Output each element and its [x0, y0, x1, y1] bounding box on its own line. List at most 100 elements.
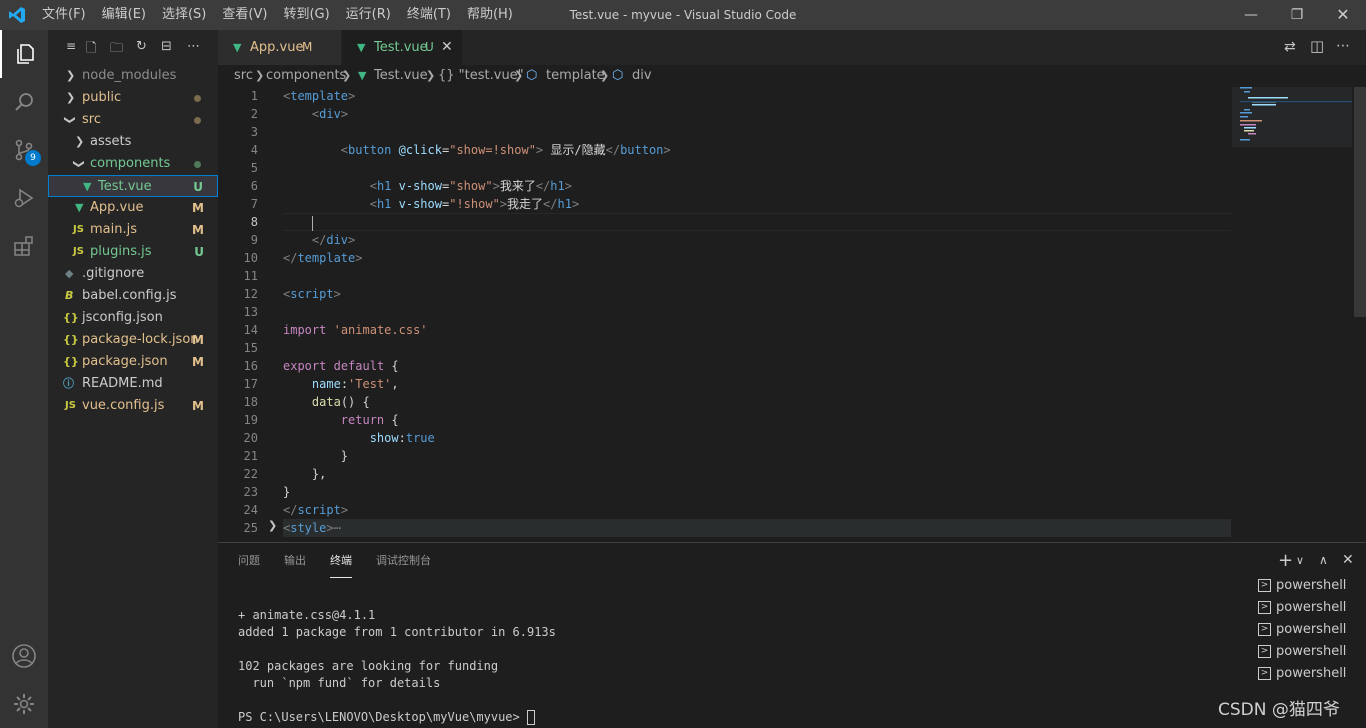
code-line[interactable]: </script>	[283, 501, 1231, 519]
manage-gear-icon[interactable]	[0, 680, 48, 728]
menu-terminal[interactable]: 终端(T)	[407, 0, 451, 30]
breadcrumb-components[interactable]: components	[266, 65, 346, 87]
tree-item-package-lock[interactable]: {} package-lock.json M	[48, 329, 218, 351]
code-line[interactable]: <template>	[283, 87, 1231, 105]
refresh-icon[interactable]: ↻	[136, 39, 147, 54]
new-folder-icon[interactable]: 🗀	[110, 39, 123, 61]
close-window-icon[interactable]: ✕	[1320, 0, 1366, 30]
breadcrumb-template[interactable]: template	[546, 65, 605, 87]
menu-help[interactable]: 帮助(H)	[467, 0, 513, 30]
tree-item-readme[interactable]: ⓘ README.md	[48, 373, 218, 395]
tree-item-assets[interactable]: ❯ assets	[48, 131, 218, 153]
terminal-session[interactable]: > powershell	[1248, 597, 1366, 619]
code-line[interactable]: <h1 v-show="!show">我走了</h1>	[283, 195, 1231, 213]
code-line[interactable]: <button @click="show=!show"> 显示/隐藏</butt…	[283, 141, 1231, 159]
tree-item-node-modules[interactable]: ❯ node_modules	[48, 65, 218, 87]
collapse-all-icon[interactable]: ⊟	[161, 39, 172, 54]
more-actions-icon[interactable]: ⋯	[187, 39, 200, 54]
tree-item-public[interactable]: ❯ public	[48, 87, 218, 109]
close-tab-icon[interactable]: ✕	[441, 30, 453, 65]
scrollbar-thumb[interactable]	[1354, 87, 1366, 317]
fold-chevron-icon[interactable]: ❯	[268, 519, 277, 532]
code-line[interactable]	[283, 303, 1231, 321]
menu-selection[interactable]: 选择(S)	[162, 0, 206, 30]
menu-view[interactable]: 查看(V)	[222, 0, 267, 30]
terminal-session[interactable]: > powershell	[1248, 619, 1366, 641]
code-line[interactable]: },	[283, 465, 1231, 483]
collapse-tree-icon[interactable]: ≡	[66, 39, 76, 53]
code-line[interactable]: import 'animate.css'	[283, 321, 1231, 339]
source-control-icon[interactable]: 9	[0, 126, 48, 174]
terminal-output[interactable]: + animate.css@4.1.1 added 1 package from…	[238, 607, 1218, 726]
restore-icon[interactable]: ❐	[1274, 0, 1320, 30]
breadcrumb-src[interactable]: src	[234, 65, 253, 87]
tab-problems[interactable]: 问题	[238, 543, 260, 578]
explorer-icon[interactable]	[0, 30, 48, 78]
code-line[interactable]	[283, 213, 1231, 231]
run-debug-icon[interactable]	[0, 174, 48, 222]
code-line[interactable]: <script>	[283, 285, 1231, 303]
tab-test-vue[interactable]: ▼ Test.vue U ✕	[342, 30, 462, 65]
close-panel-icon[interactable]: ✕	[1342, 543, 1354, 578]
code-line[interactable]: }	[283, 447, 1231, 465]
tab-output[interactable]: 输出	[284, 543, 306, 578]
tree-item-package-json[interactable]: {} package.json M	[48, 351, 218, 373]
new-file-icon[interactable]: 🗋	[86, 39, 96, 61]
open-changes-icon[interactable]: ⇄	[1284, 39, 1296, 55]
menu-go[interactable]: 转到(G)	[283, 0, 329, 30]
code-line[interactable]: <h1 v-show="show">我来了</h1>	[283, 177, 1231, 195]
code-line[interactable]: }	[283, 483, 1231, 501]
split-editor-icon[interactable]: ◫	[1310, 37, 1324, 55]
tree-item-app-vue[interactable]: ▼ App.vue M	[48, 197, 218, 219]
code-token: script	[290, 287, 334, 301]
menu-file[interactable]: 文件(F)	[42, 0, 86, 30]
minimap[interactable]	[1232, 87, 1352, 542]
more-actions-icon[interactable]: ⋯	[1336, 38, 1350, 54]
tree-item-jsconfig[interactable]: {} jsconfig.json	[48, 307, 218, 329]
terminal-session[interactable]: > powershell	[1248, 663, 1366, 685]
code-line[interactable]: export default {	[283, 357, 1231, 375]
code-editor[interactable]: <template> <div> <button @click="show=!s…	[283, 87, 1231, 537]
code-line[interactable]	[283, 159, 1231, 177]
tab-app-vue[interactable]: ▼ App.vue M	[218, 30, 341, 65]
tree-item-vue-config[interactable]: JS vue.config.js M	[48, 395, 218, 417]
tree-item-src[interactable]: ❯ src	[48, 109, 218, 131]
code-line[interactable]: </template>	[283, 249, 1231, 267]
code-line[interactable]	[283, 339, 1231, 357]
terminal-session[interactable]: > powershell	[1248, 575, 1366, 597]
account-icon[interactable]	[0, 632, 48, 680]
minimize-icon[interactable]: —	[1228, 0, 1274, 30]
terminal-prompt-line[interactable]: PS C:\Users\LENOVO\Desktop\myVue\myvue>	[238, 709, 1218, 726]
code-line[interactable]: </div>	[283, 231, 1231, 249]
code-line[interactable]	[283, 123, 1231, 141]
search-icon[interactable]	[0, 78, 48, 126]
code-line[interactable]: show:true	[283, 429, 1231, 447]
terminal-line: run `npm fund` for details	[238, 676, 441, 690]
terminal-session[interactable]: > powershell	[1248, 641, 1366, 663]
tree-item-babel-config[interactable]: B babel.config.js	[48, 285, 218, 307]
tab-debug-console[interactable]: 调试控制台	[376, 543, 431, 578]
code-line[interactable]	[283, 267, 1231, 285]
editor-scrollbar[interactable]	[1352, 87, 1366, 542]
breadcrumb-file[interactable]: Test.vue	[374, 65, 428, 87]
code-line[interactable]: <style>⋯	[283, 519, 1231, 537]
line-number: 13	[243, 305, 258, 319]
breadcrumb-div[interactable]: div	[632, 65, 652, 87]
code-line[interactable]: data() {	[283, 393, 1231, 411]
tab-terminal[interactable]: 终端	[330, 543, 352, 578]
code-line[interactable]: name:'Test',	[283, 375, 1231, 393]
extensions-icon[interactable]	[0, 222, 48, 270]
tree-item-test-vue[interactable]: ▼ Test.vue U	[48, 175, 218, 197]
new-terminal-icon[interactable]: +	[1278, 543, 1293, 578]
code-line[interactable]: return {	[283, 411, 1231, 429]
tree-item-main-js[interactable]: JS main.js M	[48, 219, 218, 241]
tree-item-gitignore[interactable]: ◆ .gitignore	[48, 263, 218, 285]
code-line[interactable]: <div>	[283, 105, 1231, 123]
menu-run[interactable]: 运行(R)	[346, 0, 391, 30]
menu-edit[interactable]: 编辑(E)	[102, 0, 146, 30]
breadcrumb-module[interactable]: {} "test.vue"	[438, 65, 524, 87]
chevron-down-icon[interactable]: ∨	[1296, 543, 1304, 578]
tree-item-components[interactable]: ❯ components	[48, 153, 218, 175]
maximize-panel-icon[interactable]: ∧	[1319, 543, 1328, 578]
tree-item-plugins-js[interactable]: JS plugins.js U	[48, 241, 218, 263]
